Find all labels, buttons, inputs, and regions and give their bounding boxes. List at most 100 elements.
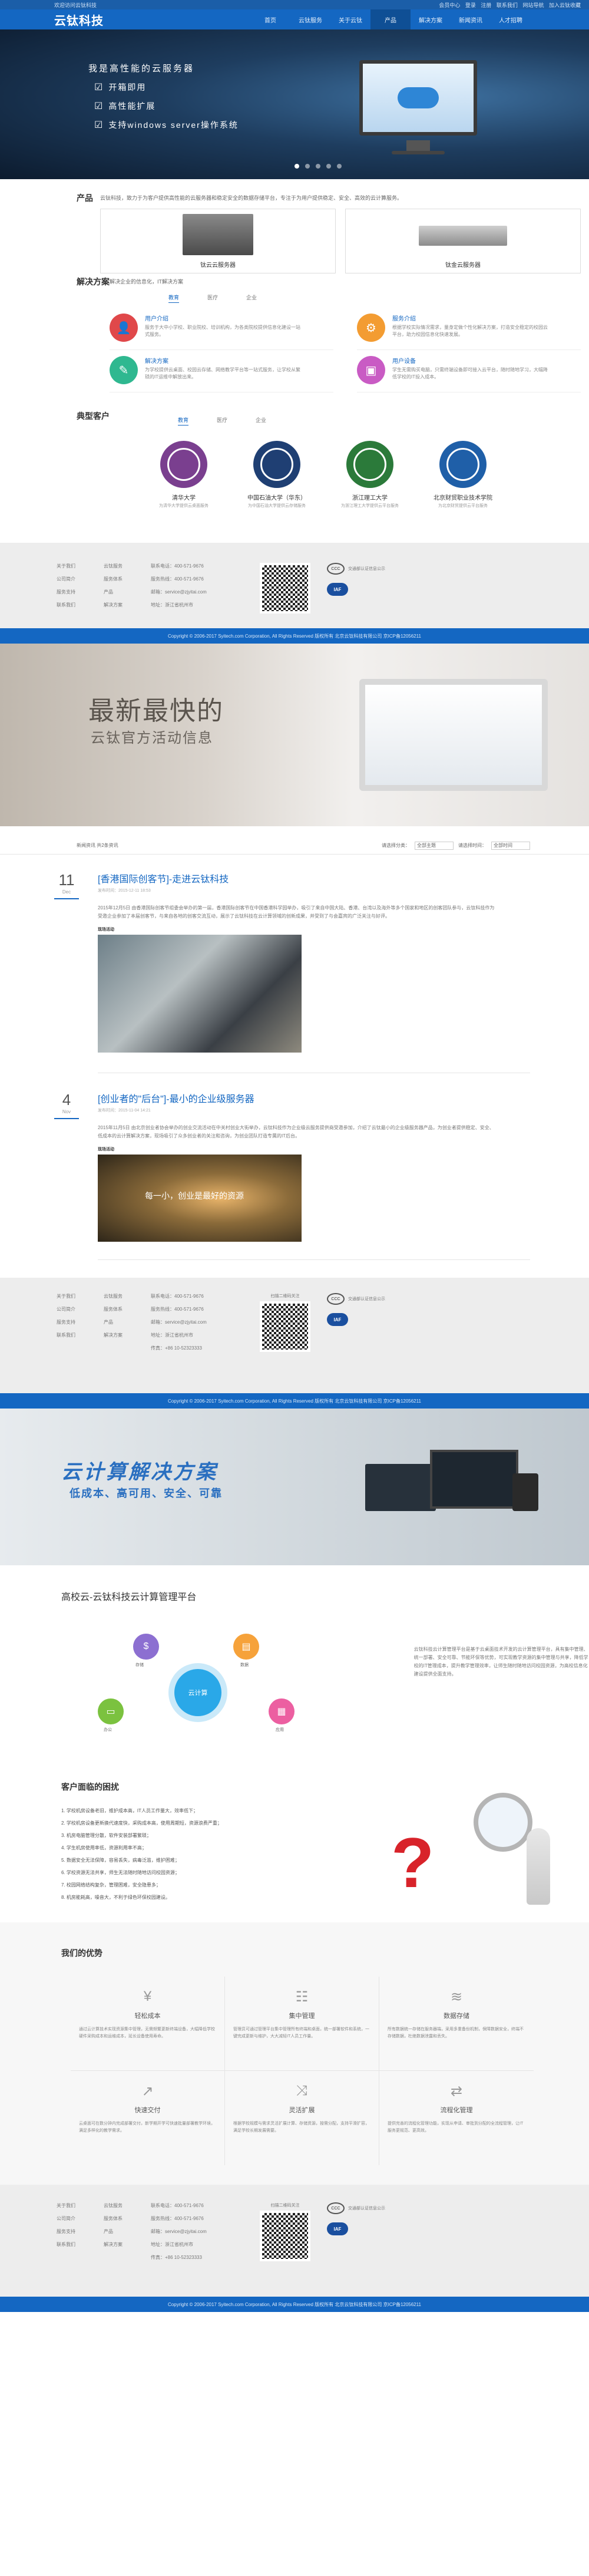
sitemap-link[interactable]: 网站导航 <box>522 2 544 8</box>
footer-link[interactable]: 云钛服务 <box>104 2202 151 2209</box>
footer-contact: 邮箱：service@zjyitai.com <box>151 589 207 595</box>
list-item: 6. 学校资源无法共享，师生无法随时随地访问校园资源； <box>61 1870 180 1875</box>
tab-education[interactable]: 教育 <box>168 293 180 303</box>
register-link[interactable]: 注册 <box>481 2 491 8</box>
footer-link[interactable]: 云钛服务 <box>104 1293 151 1299</box>
problems-list: 1. 学校机房设备老旧，维护成本高，IT人员工作量大，效率低下； 2. 学校机房… <box>61 1805 297 1922</box>
slider-dot[interactable] <box>337 164 342 169</box>
money-icon: ¥ <box>143 1988 152 2004</box>
nav-jobs[interactable]: 人才招聘 <box>491 9 531 29</box>
login-link[interactable]: 登录 <box>465 2 476 8</box>
footer-link[interactable]: 服务支持 <box>57 2228 104 2235</box>
list-item: 7. 校园网络结构复杂，管理困难，安全隐患多； <box>61 1882 161 1888</box>
nav-news[interactable]: 新闻资讯 <box>451 9 491 29</box>
favorite-link[interactable]: 加入云钛收藏 <box>549 2 581 8</box>
solution-item[interactable]: ⚙ 服务介绍 根据学校实际情况需求，量身定做个性化解决方案，打造安全稳定的校园云平… <box>357 314 581 350</box>
list-item: 1. 学校机房设备老旧，维护成本高，IT人员工作量大，效率低下； <box>61 1808 198 1813</box>
footer-link[interactable]: 公司简介 <box>57 1306 104 1312</box>
footer-link[interactable]: 解决方案 <box>104 1332 151 1338</box>
footer-link[interactable]: 服务体系 <box>104 576 151 582</box>
footer-link[interactable]: 产品 <box>104 2228 151 2235</box>
cloud-diagram: 云计算 $ 存储 ▤ 数据 ▭ 办公 ▦ 应用 <box>86 1622 308 1757</box>
article-photo <box>98 935 302 1053</box>
date-box: 11 Dec <box>54 871 79 899</box>
tab-enterprise[interactable]: 企业 <box>256 416 266 426</box>
footer-link[interactable]: 公司简介 <box>57 2215 104 2222</box>
hero-line: 支持windows server操作系统 <box>108 120 239 130</box>
category-select[interactable]: 全部主题 <box>415 841 454 850</box>
section-intro: 解决企业的信息化，IT解决方案 <box>110 279 183 285</box>
footer-contact: 邮箱：service@zjyitai.com <box>151 1320 207 1325</box>
product-name: 钛云云服务器 <box>200 262 236 269</box>
advantage-item: ⤨ 灵活扩展 根据学校规模与需求灵活扩展计算、存储资源，按需分配，支持平滑扩容，… <box>225 2071 379 2165</box>
hero-title: 我是高性能的云服务器 <box>88 64 195 74</box>
tab-education[interactable]: 教育 <box>178 416 189 426</box>
app-icon: ▦ <box>269 1698 294 1724</box>
tab-medical[interactable]: 医疗 <box>217 416 227 426</box>
footer-contact: 地址：浙江省杭州市 <box>151 1332 193 1338</box>
article-meta: 发布时间：2015-12-11 18:53 <box>98 889 151 893</box>
slider-dot[interactable] <box>305 164 310 169</box>
date-box: 4 Nov <box>54 1091 79 1119</box>
time-select[interactable]: 全部时间 <box>491 841 530 850</box>
nav-about[interactable]: 关于云钛 <box>330 9 370 29</box>
qr-code: 扫描二维码关注 <box>260 1293 310 1393</box>
check-icon: ☑ <box>94 101 104 111</box>
footer-link[interactable]: 联系我们 <box>57 602 104 608</box>
footer-link[interactable]: 服务体系 <box>104 2215 151 2222</box>
footer-link[interactable]: 云钛服务 <box>104 563 151 569</box>
customer-card[interactable]: 浙江理工大学 为浙江理工大学提供云平台服务 <box>340 441 399 509</box>
customer-sub: 为中国石油大学提供云存储服务 <box>248 504 306 508</box>
nav-solutions[interactable]: 解决方案 <box>411 9 451 29</box>
tab-enterprise[interactable]: 企业 <box>246 293 257 303</box>
filter-label: 请选择分类： <box>382 843 410 848</box>
solution-item[interactable]: 👤 用户介绍 服务于大中小学校、职业院校、培训机构，为各类院校提供信息化建设一站式… <box>110 314 333 350</box>
service-icon: ⚙ <box>357 314 385 342</box>
slider-dot[interactable] <box>294 164 299 169</box>
footer-link[interactable]: 解决方案 <box>104 2241 151 2248</box>
footer-link[interactable]: 公司简介 <box>57 576 104 582</box>
footer-link[interactable]: 关于我们 <box>57 1293 104 1299</box>
monitor-image <box>359 60 477 136</box>
advantage-item: ☷ 集中管理 管理员可通过管理平台集中管理所有终端和桌面，统一部署软件和系统，一… <box>225 1977 379 2071</box>
footer-link[interactable]: 产品 <box>104 1319 151 1325</box>
nav-home[interactable]: 首页 <box>250 9 290 29</box>
slider-dot[interactable] <box>316 164 320 169</box>
copyright: Copyright © 2006-2017 Syitech.com Corpor… <box>0 628 589 644</box>
article-title[interactable]: [创业者的"后台"]-最小的企业级服务器 <box>98 1091 498 1105</box>
product-card[interactable]: 钛云云服务器 <box>100 209 336 273</box>
list-item: 5. 数据安全无法保障，容易丢失，病毒泛滥，维护困难； <box>61 1858 180 1863</box>
iaf-badge: IAF <box>327 2222 385 2235</box>
footer-link[interactable]: 服务支持 <box>57 589 104 595</box>
article-title[interactable]: [香港国际创客节]-走进云钛科技 <box>98 871 498 885</box>
magnifier-icon <box>474 1793 532 1852</box>
footer-link[interactable]: 服务体系 <box>104 1306 151 1312</box>
footer-link[interactable]: 关于我们 <box>57 563 104 569</box>
solution-item[interactable]: ▣ 用户设备 学生无需购买电脑，只需终端设备即可接入云平台，随时随地学习，大幅降低… <box>357 356 581 392</box>
section-title: 典型客户 <box>77 411 110 421</box>
logo[interactable]: 云钛科技 <box>54 11 250 28</box>
contact-link[interactable]: 联系我们 <box>497 2 518 8</box>
devices-image <box>365 1450 542 1526</box>
solution-item[interactable]: ✎ 解决方案 为学校提供云桌面、校园云存储、网络教学平台等一站式服务，让学校从繁琐… <box>110 356 333 392</box>
footer-contact: 地址：浙江省杭州市 <box>151 2242 193 2247</box>
tab-medical[interactable]: 医疗 <box>207 293 218 303</box>
member-link[interactable]: 会员中心 <box>439 2 460 8</box>
footer-link[interactable]: 解决方案 <box>104 602 151 608</box>
slider-dot[interactable] <box>326 164 331 169</box>
nav-products[interactable]: 产品 <box>370 9 411 29</box>
customer-card[interactable]: 清华大学 为清华大学提供云桌面服务 <box>154 441 213 509</box>
nav-services[interactable]: 云钛服务 <box>290 9 330 29</box>
footer-link[interactable]: 联系我们 <box>57 1332 104 1338</box>
footer-link[interactable]: 产品 <box>104 589 151 595</box>
banner-subtitle: 低成本、高可用、安全、可靠 <box>70 1487 223 1499</box>
product-card[interactable]: 钛金云服务器 <box>345 209 581 273</box>
news-count: 新闻资讯 共2条资讯 <box>77 843 118 848</box>
article-text: 2015年12月5日 由香港国际创客节组委会举办的第一届，香港国际创客节在中国香… <box>98 905 495 919</box>
customer-card[interactable]: 中国石油大学（华东） 为中国石油大学提供云存储服务 <box>247 441 306 509</box>
customer-card[interactable]: 北京财贸职业技术学院 为北京财贸提供云平台服务 <box>434 441 492 509</box>
footer-link[interactable]: 关于我们 <box>57 2202 104 2209</box>
footer-link[interactable]: 服务支持 <box>57 1319 104 1325</box>
list-item: 3. 机房电脑管理分散，软件安装部署繁琐； <box>61 1833 151 1838</box>
footer-link[interactable]: 联系我们 <box>57 2241 104 2248</box>
